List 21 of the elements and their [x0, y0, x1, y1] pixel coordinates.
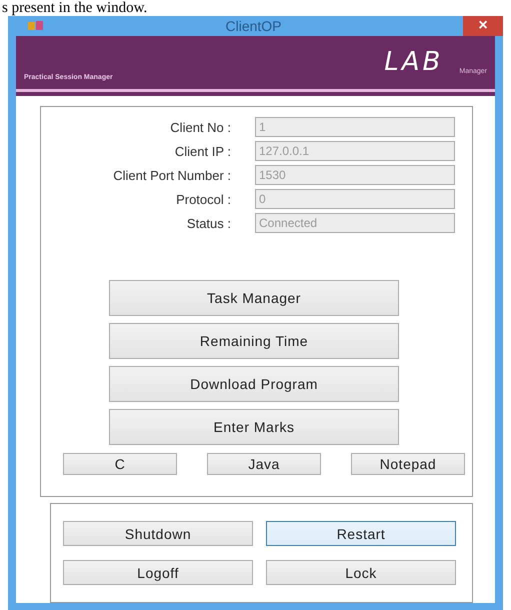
action-button[interactable]: Download Program — [109, 366, 399, 402]
launcher-button[interactable]: Notepad — [351, 453, 465, 475]
window-title: ClientOP — [224, 18, 283, 34]
launcher-button[interactable]: Java — [207, 453, 321, 475]
document-caption: s present in the window. — [0, 0, 148, 16]
power-button[interactable]: Shutdown — [63, 521, 253, 546]
power-button[interactable]: Restart — [266, 521, 456, 546]
field-label: Client Port Number : — [112, 168, 231, 182]
power-button[interactable]: Logoff — [63, 560, 253, 585]
logo-text: LAB — [384, 46, 444, 76]
app-icon — [28, 20, 44, 32]
action-button[interactable]: Task Manager — [109, 280, 399, 316]
action-button[interactable]: Enter Marks — [109, 409, 399, 445]
close-button[interactable]: × — [463, 16, 503, 36]
launcher-button[interactable]: C — [63, 453, 177, 475]
power-button[interactable]: Lock — [266, 560, 456, 585]
field-label: Client No : — [169, 120, 231, 134]
field-label: Status : — [186, 216, 231, 230]
field-label: Client IP : — [174, 144, 231, 158]
action-button[interactable]: Remaining Time — [109, 323, 399, 359]
field-label: Protocol : — [175, 192, 231, 206]
